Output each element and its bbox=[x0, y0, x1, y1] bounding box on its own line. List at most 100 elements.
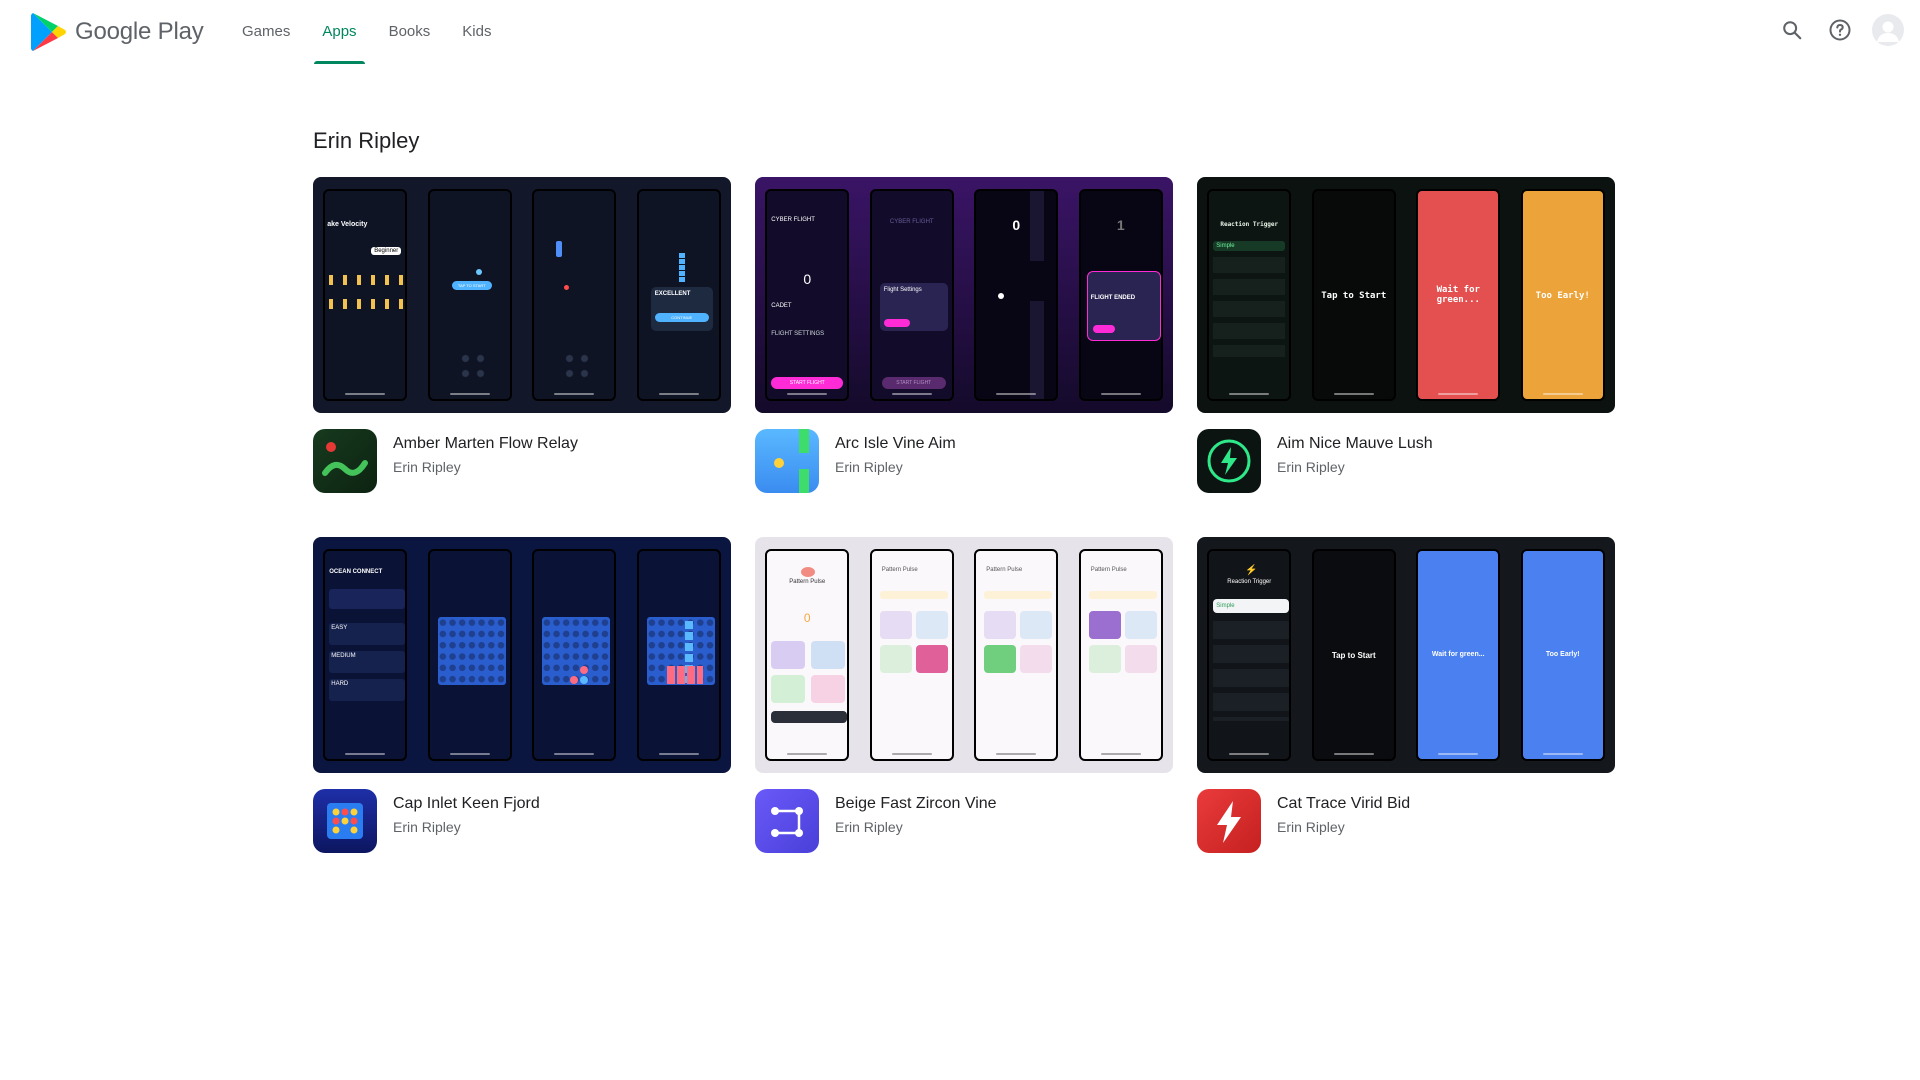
app-meta: Cap Inlet Keen Fjord Erin Ripley bbox=[313, 789, 731, 853]
nav-kids[interactable]: Kids bbox=[446, 0, 507, 64]
app-developer[interactable]: Erin Ripley bbox=[393, 457, 578, 477]
app-developer[interactable]: Erin Ripley bbox=[835, 457, 956, 477]
screenshot-phone: Pattern Pulse bbox=[1078, 549, 1163, 761]
app-screenshots: Reaction Trigger Simple Tap to Start Wai… bbox=[1197, 177, 1615, 413]
screenshot-phone: Wait for green... bbox=[1416, 189, 1501, 401]
screen-title: Reaction Trigger bbox=[1220, 221, 1279, 228]
account-avatar-icon bbox=[1872, 14, 1904, 46]
developer-title: Erin Ripley bbox=[313, 128, 420, 153]
app-developer[interactable]: Erin Ripley bbox=[835, 817, 997, 837]
pattern-icon bbox=[755, 789, 819, 853]
screenshot-phone: Pattern Pulse bbox=[869, 549, 954, 761]
start-button: TAP TO START bbox=[451, 281, 492, 290]
google-play-logo[interactable]: Google Play bbox=[31, 12, 204, 52]
settings-label: FLIGHT SETTINGS bbox=[771, 331, 825, 337]
app-meta: Beige Fast Zircon Vine Erin Ripley bbox=[755, 789, 1173, 853]
score: 0 bbox=[803, 611, 811, 625]
header-actions bbox=[1776, 14, 1904, 46]
app-meta: Aim Nice Mauve Lush Erin Ripley bbox=[1197, 429, 1615, 493]
search-icon bbox=[1783, 21, 1802, 40]
app-card[interactable]: Pattern Pulse 0 Pattern Pulse Pattern Pu bbox=[755, 537, 1173, 853]
screen-title: CYBER FLIGHT bbox=[771, 217, 815, 223]
app-card[interactable]: ake Velocity Beginner TAP TO START EXCEL… bbox=[313, 177, 731, 493]
nav-books[interactable]: Books bbox=[373, 0, 447, 64]
snake-icon bbox=[313, 429, 377, 493]
app-title: Amber Marten Flow Relay bbox=[393, 435, 578, 452]
screenshot-phone: CYBER FLIGHT Flight Settings START FLIGH… bbox=[869, 189, 954, 401]
top-app-bar: Google Play Games Apps Books Kids bbox=[0, 0, 1920, 64]
score: 0 bbox=[803, 271, 812, 287]
screen-tag: Beginner bbox=[371, 247, 402, 255]
help-icon bbox=[1829, 19, 1851, 41]
level-medium: MEDIUM bbox=[329, 651, 406, 673]
screen-title: Pattern Pulse bbox=[881, 567, 918, 573]
search-button[interactable] bbox=[1776, 14, 1808, 46]
screenshot-phone: TAP TO START bbox=[427, 189, 512, 401]
lightning-icon bbox=[1197, 789, 1261, 853]
tap-to-start: Tap to Start bbox=[1321, 291, 1387, 301]
flight-ended-title: FLIGHT ENDED bbox=[1090, 295, 1136, 301]
app-meta: Cat Trace Virid Bid Erin Ripley bbox=[1197, 789, 1615, 853]
tap-to-start: Tap to Start bbox=[1331, 651, 1376, 660]
reaction-bolt-icon bbox=[1197, 429, 1261, 493]
screen-title: CYBER FLIGHT bbox=[889, 219, 934, 225]
screenshot-phone: ⚡ Reaction Trigger Simple bbox=[1207, 549, 1292, 761]
screenshot-phone bbox=[427, 549, 512, 761]
flappy-icon bbox=[755, 429, 819, 493]
mode-simple: Simple bbox=[1213, 599, 1290, 613]
screenshot-phone: 1 FLIGHT ENDED bbox=[1078, 189, 1163, 401]
mode-simple: Simple bbox=[1213, 241, 1286, 251]
too-early-text: Too Early! bbox=[1545, 651, 1580, 658]
screenshot-phone: Pattern Pulse bbox=[974, 549, 1059, 761]
screen-title: Reaction Trigger bbox=[1227, 579, 1272, 585]
wait-text: Wait for green... bbox=[1431, 651, 1485, 658]
app-screenshots: ⚡ Reaction Trigger Simple Tap to Start W… bbox=[1197, 537, 1615, 773]
too-early-text: Too Early! bbox=[1535, 291, 1590, 301]
screenshot-phone: OCEAN CONNECT EASY MEDIUM HARD bbox=[323, 549, 408, 761]
level-hard: HARD bbox=[329, 679, 406, 701]
settings-title: Flight Settings bbox=[883, 287, 922, 293]
screen-title: Pattern Pulse bbox=[986, 567, 1023, 573]
app-screenshots: CYBER FLIGHT 0 CADET FLIGHT SETTINGS STA… bbox=[755, 177, 1173, 413]
help-button[interactable] bbox=[1824, 14, 1856, 46]
app-screenshots: ake Velocity Beginner TAP TO START EXCEL… bbox=[313, 177, 731, 413]
screen-title: ake Velocity bbox=[327, 221, 368, 228]
screenshot-phone: Tap to Start bbox=[1311, 549, 1396, 761]
nav-apps[interactable]: Apps bbox=[306, 0, 372, 64]
screenshot-phone bbox=[636, 549, 721, 761]
app-title: Cat Trace Virid Bid bbox=[1277, 795, 1411, 812]
app-developer[interactable]: Erin Ripley bbox=[1277, 457, 1433, 477]
app-card[interactable]: OCEAN CONNECT EASY MEDIUM HARD Cap Inlet… bbox=[313, 537, 731, 853]
app-developer[interactable]: Erin Ripley bbox=[393, 817, 540, 837]
account-button[interactable] bbox=[1872, 14, 1904, 46]
score: 0 bbox=[1012, 217, 1021, 233]
screenshot-phone: Wait for green... bbox=[1416, 549, 1501, 761]
app-title: Beige Fast Zircon Vine bbox=[835, 795, 997, 812]
screenshot-phone bbox=[532, 189, 617, 401]
nav-games[interactable]: Games bbox=[226, 0, 306, 64]
connect-four-icon bbox=[313, 789, 377, 853]
app-card[interactable]: ⚡ Reaction Trigger Simple Tap to Start W… bbox=[1197, 537, 1615, 853]
play-logo-icon bbox=[31, 13, 66, 51]
score: 1 bbox=[1116, 217, 1125, 233]
screenshot-phone: Tap to Start bbox=[1311, 189, 1396, 401]
screenshot-phone: Reaction Trigger Simple bbox=[1207, 189, 1292, 401]
app-card[interactable]: Reaction Trigger Simple Tap to Start Wai… bbox=[1197, 177, 1615, 493]
app-meta: Amber Marten Flow Relay Erin Ripley bbox=[313, 429, 731, 493]
app-meta: Arc Isle Vine Aim Erin Ripley bbox=[755, 429, 1173, 493]
result-title: EXCELLENT bbox=[654, 291, 691, 297]
app-grid: ake Velocity Beginner TAP TO START EXCEL… bbox=[313, 177, 1617, 853]
screen-title: Pattern Pulse bbox=[789, 579, 826, 585]
level-easy: EASY bbox=[329, 623, 406, 645]
rank-label: CADET bbox=[771, 303, 792, 309]
screenshot-phone: Pattern Pulse 0 bbox=[765, 549, 850, 761]
app-screenshots: OCEAN CONNECT EASY MEDIUM HARD bbox=[313, 537, 731, 773]
start-flight-button: START FLIGHT bbox=[881, 377, 946, 389]
main-nav: Games Apps Books Kids bbox=[226, 0, 507, 64]
level-dots bbox=[329, 299, 406, 309]
start-flight-button: START FLIGHT bbox=[771, 377, 844, 389]
screenshot-phone: EXCELLENT CONTINUE bbox=[636, 189, 721, 401]
app-card[interactable]: CYBER FLIGHT 0 CADET FLIGHT SETTINGS STA… bbox=[755, 177, 1173, 493]
screenshot-phone: CYBER FLIGHT 0 CADET FLIGHT SETTINGS STA… bbox=[765, 189, 850, 401]
app-developer[interactable]: Erin Ripley bbox=[1277, 817, 1410, 837]
